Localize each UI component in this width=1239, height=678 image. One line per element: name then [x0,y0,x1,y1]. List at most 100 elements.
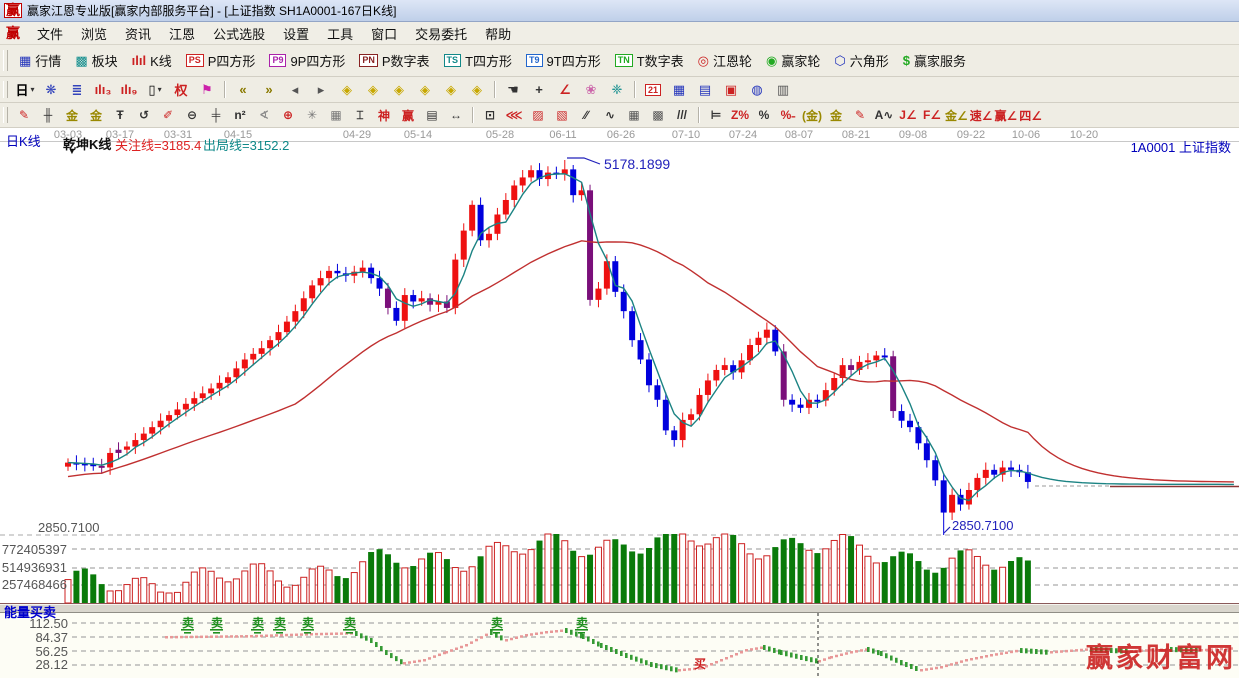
angle-mirror-tool-icon[interactable]: ∢ [253,106,275,124]
gann-box-tool-icon[interactable]: ⊨ [705,106,727,124]
circle-cross-tool-icon[interactable]: ⊖ [181,106,203,124]
ying-angle-tool-icon[interactable]: 赢∠ [995,106,1018,124]
menu-item-0[interactable]: 文件 [28,22,72,45]
web-chart-icon[interactable]: ❋ [39,80,63,100]
zoom-left-icon[interactable]: ◈ [335,80,359,100]
ruler123-tool-icon[interactable]: ▤ [421,106,443,124]
spider-web-tool-icon[interactable]: ✳ [301,106,323,124]
tick-ruler-tool-icon[interactable]: ╫ [37,106,59,124]
toolbar-button-nine-t-square[interactable]: T99T四方形 [519,49,608,72]
arc-wave-tool-icon[interactable]: A∿ [873,106,895,124]
color-flag-icon[interactable]: ⚑ [195,80,219,100]
f-angle-tool-icon[interactable]: F∠ [921,106,943,124]
sell-mark: 卖 [576,615,588,630]
gann-compass-tool-icon[interactable]: ⊕ [277,106,299,124]
toolbar-button-p-square[interactable]: PSP四方形 [179,49,263,72]
grid-box-tool-icon[interactable]: ▦ [325,106,347,124]
next-bar-icon[interactable]: ▸ [309,80,333,100]
toolbar-button-t-square[interactable]: TST四方形 [437,49,519,72]
slash-lines-tool-icon[interactable]: /// [671,106,693,124]
tick-ruler2-tool-icon[interactable]: ╪ [205,106,227,124]
hand-drag-icon[interactable]: ☚ [501,80,525,100]
j-angle-tool-icon[interactable]: J∠ [897,106,919,124]
shen-tool-icon[interactable]: 神 [373,106,395,124]
gold-line-tool-icon[interactable]: 金 [825,106,847,124]
toolbar-button-kline[interactable]: ılılK线 [125,49,179,72]
menu-item-5[interactable]: 设置 [274,22,318,45]
box-cross-tool-icon[interactable]: ▧ [551,106,573,124]
trend-lines-tool-icon[interactable]: ∕∕ [575,106,597,124]
zoom-all-icon[interactable]: ◈ [465,80,489,100]
goto-first-icon[interactable]: « [231,80,255,100]
bars9-icon[interactable]: ılı₉ [117,80,141,100]
toolbar-button-nine-p-square[interactable]: P99P四方形 [262,49,352,72]
menu-item-7[interactable]: 窗口 [362,22,406,45]
zoom-fit-icon[interactable]: ◈ [439,80,463,100]
width-arrow-tool-icon[interactable]: ↔ [445,106,467,124]
spiral-tool-icon[interactable]: ↺ [133,106,155,124]
gold-angle-tool-icon[interactable]: 金∠ [945,106,968,124]
toolbar-button-winner-service[interactable]: $赢家服务 [896,49,973,72]
ying-tool-icon[interactable]: 赢 [397,106,419,124]
gold-circle-tool-icon[interactable]: (金) [801,106,823,124]
quote-list-icon[interactable]: ≣ [65,80,89,100]
four-angle-tool-icon[interactable]: 四∠ [1019,106,1042,124]
zoom-right-icon[interactable]: ◈ [361,80,385,100]
square-tool-icon[interactable]: ⊡ [479,106,501,124]
toolbar-button-gann-wheel[interactable]: ◎江恩轮 [691,49,759,72]
brush-tool-icon[interactable]: ✎ [849,106,871,124]
speed-angle-tool-icon[interactable]: 速∠ [970,106,993,124]
goto-last-icon[interactable]: » [257,80,281,100]
toolbar-button-quote-table[interactable]: ▦行情 [12,49,68,72]
notepad-icon[interactable]: ▤ [693,80,717,100]
menu-item-2[interactable]: 资讯 [116,22,160,45]
fan-lines-tool-icon[interactable]: ⋘ [503,106,525,124]
menu-item-4[interactable]: 公式选股 [204,22,274,45]
price-volume-indicator-plot[interactable]: 卖卖卖卖卖卖卖卖买 [0,128,1239,678]
toolbar-button-winner-wheel[interactable]: ◉赢家轮 [759,49,827,72]
bars3-icon[interactable]: ılı₃ [91,80,115,100]
wave-tool-icon[interactable]: ∿ [599,106,621,124]
menu-item-8[interactable]: 交易委托 [406,22,476,45]
gold-gate2-tool-icon[interactable]: 金 [85,106,107,124]
save-icon[interactable]: ▣ [719,80,743,100]
period-dropdown[interactable]: 日▾ [13,80,37,100]
gann-marker-icon[interactable]: ❀ [579,80,603,100]
n-squared-tool-icon[interactable]: n² [229,106,251,124]
menu-item-1[interactable]: 浏览 [72,22,116,45]
smart-brain-icon[interactable]: ❈ [605,80,629,100]
zoom-expand-icon[interactable]: ◈ [387,80,411,100]
print-icon[interactable]: ▥ [771,80,795,100]
menu-item-3[interactable]: 江恩 [160,22,204,45]
toolbar-grip[interactable] [3,107,8,124]
percent-line-tool-icon[interactable]: %˗ [777,106,799,124]
toolbar-button-t-number-table[interactable]: TNT数字表 [608,49,691,72]
menu-item-6[interactable]: 工具 [318,22,362,45]
kline-icon: ılıl [132,53,146,68]
grid-fine-tool-icon[interactable]: ▦ [623,106,645,124]
angle-measure-icon[interactable]: ∠ [553,80,577,100]
zoom-compress-icon[interactable]: ◈ [413,80,437,100]
grid-dot-tool-icon[interactable]: ▩ [647,106,669,124]
beam-tool-icon[interactable]: ⌶ [349,106,371,124]
prev-bar-icon[interactable]: ◂ [283,80,307,100]
percent-tool-icon[interactable]: % [753,106,775,124]
candle-style-dropdown[interactable]: ▯▾ [143,80,167,100]
net-chart-icon[interactable]: ◍ [745,80,769,100]
box-fan-tool-icon[interactable]: ▨ [527,106,549,124]
toolbar-button-sectors[interactable]: ▩板块 [68,49,124,72]
toolbar-grip[interactable] [3,81,8,99]
pen2-tool-icon[interactable]: ✐ [157,106,179,124]
gold-gate1-tool-icon[interactable]: 金 [61,106,83,124]
menu-item-9[interactable]: 帮助 [476,22,520,45]
calendar-icon[interactable]: 21 [641,80,665,100]
restoration-icon[interactable]: 权 [169,80,193,100]
toolbar-grip[interactable] [3,50,8,72]
calculator-icon[interactable]: ▦ [667,80,691,100]
pen-tool-icon[interactable]: ✎ [13,106,35,124]
toolbar-button-p-number-table[interactable]: PNP数字表 [352,49,436,72]
f-ruler-tool-icon[interactable]: Ŧ [109,106,131,124]
toolbar-button-hexagon[interactable]: ⬡六角形 [827,49,895,72]
retrace-percent-tool-icon[interactable]: Z% [729,106,751,124]
crosshair-icon[interactable]: + [527,80,551,100]
